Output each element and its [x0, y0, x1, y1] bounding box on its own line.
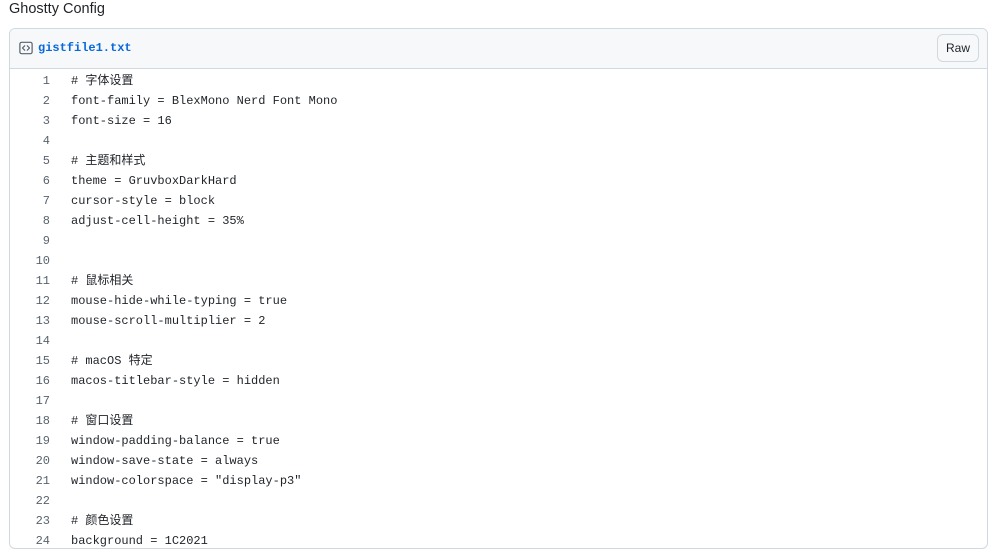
code-line: 2 font-family = BlexMono Nerd Font Mono [10, 91, 987, 111]
code-line: 5 # 主题和样式 [10, 151, 987, 171]
code-line: 22 [10, 491, 987, 511]
code-line: 11 # 鼠标相关 [10, 271, 987, 291]
code-line: 4 [10, 131, 987, 151]
code-line: 15 # macOS 特定 [10, 351, 987, 371]
line-number[interactable]: 11 [10, 271, 50, 291]
line-number[interactable]: 22 [10, 491, 50, 511]
line-number[interactable]: 6 [10, 171, 50, 191]
line-code: adjust-cell-height = 35% [71, 214, 244, 228]
code-line: 10 [10, 251, 987, 271]
line-code: mouse-scroll-multiplier = 2 [71, 314, 266, 328]
line-code: # 字体设置 [71, 74, 134, 88]
line-number[interactable]: 7 [10, 191, 50, 211]
line-code: # 窗口设置 [71, 414, 134, 428]
line-number[interactable]: 24 [10, 531, 50, 548]
line-number[interactable]: 15 [10, 351, 50, 371]
line-code: theme = GruvboxDarkHard [71, 174, 237, 188]
file-box: gistfile1.txt Raw 1 # 字体设置 2 font-family = … [9, 28, 988, 549]
line-code: background = 1C2021 [71, 534, 208, 548]
code-line: 23 # 颜色设置 [10, 511, 987, 531]
code-line: 24 background = 1C2021 [10, 531, 987, 548]
line-code: # 颜色设置 [71, 514, 134, 528]
line-number[interactable]: 19 [10, 431, 50, 451]
line-code: # 主题和样式 [71, 154, 146, 168]
line-code: window-padding-balance = true [71, 434, 280, 448]
code-area: 1 # 字体设置 2 font-family = BlexMono Nerd Font… [10, 69, 987, 548]
line-number[interactable]: 4 [10, 131, 50, 151]
line-number[interactable]: 16 [10, 371, 50, 391]
code-line: 21 window-colorspace = "display-p3" [10, 471, 987, 491]
code-file-icon [19, 41, 33, 55]
line-number[interactable]: 10 [10, 251, 50, 271]
code-line: 8 adjust-cell-height = 35% [10, 211, 987, 231]
line-number[interactable]: 9 [10, 231, 50, 251]
line-number[interactable]: 17 [10, 391, 50, 411]
raw-button[interactable]: Raw [937, 34, 979, 62]
line-code: # macOS 特定 [71, 354, 153, 368]
line-code: window-colorspace = "display-p3" [71, 474, 302, 488]
code-line: 13 mouse-scroll-multiplier = 2 [10, 311, 987, 331]
code-line: 14 [10, 331, 987, 351]
code-line: 12 mouse-hide-while-typing = true [10, 291, 987, 311]
line-number[interactable]: 12 [10, 291, 50, 311]
line-code: font-family = BlexMono Nerd Font Mono [71, 94, 338, 108]
code-line: 7 cursor-style = block [10, 191, 987, 211]
line-number[interactable]: 23 [10, 511, 50, 531]
code-line: 3 font-size = 16 [10, 111, 987, 131]
line-number[interactable]: 8 [10, 211, 50, 231]
line-number[interactable]: 3 [10, 111, 50, 131]
line-number[interactable]: 13 [10, 311, 50, 331]
code-line: 18 # 窗口设置 [10, 411, 987, 431]
code-line: 6 theme = GruvboxDarkHard [10, 171, 987, 191]
line-code: cursor-style = block [71, 194, 216, 208]
code-line: 1 # 字体设置 [10, 71, 987, 91]
line-code: font-size = 16 [71, 114, 172, 128]
line-code: # 鼠标相关 [71, 274, 134, 288]
code-line: 20 window-save-state = always [10, 451, 987, 471]
line-code: macos-titlebar-style = hidden [71, 374, 280, 388]
file-header: gistfile1.txt Raw [10, 29, 987, 69]
file-name-link[interactable]: gistfile1.txt [38, 40, 132, 56]
line-number[interactable]: 5 [10, 151, 50, 171]
gist-title: Ghostty Config [9, 1, 105, 17]
line-number[interactable]: 2 [10, 91, 50, 111]
code-line: 16 macos-titlebar-style = hidden [10, 371, 987, 391]
code-line: 17 [10, 391, 987, 411]
line-code: window-save-state = always [71, 454, 259, 468]
code-line: 19 window-padding-balance = true [10, 431, 987, 451]
line-number[interactable]: 20 [10, 451, 50, 471]
line-number[interactable]: 1 [10, 71, 50, 91]
line-number[interactable]: 21 [10, 471, 50, 491]
code-line: 9 [10, 231, 987, 251]
line-number[interactable]: 14 [10, 331, 50, 351]
line-number[interactable]: 18 [10, 411, 50, 431]
line-code: mouse-hide-while-typing = true [71, 294, 288, 308]
